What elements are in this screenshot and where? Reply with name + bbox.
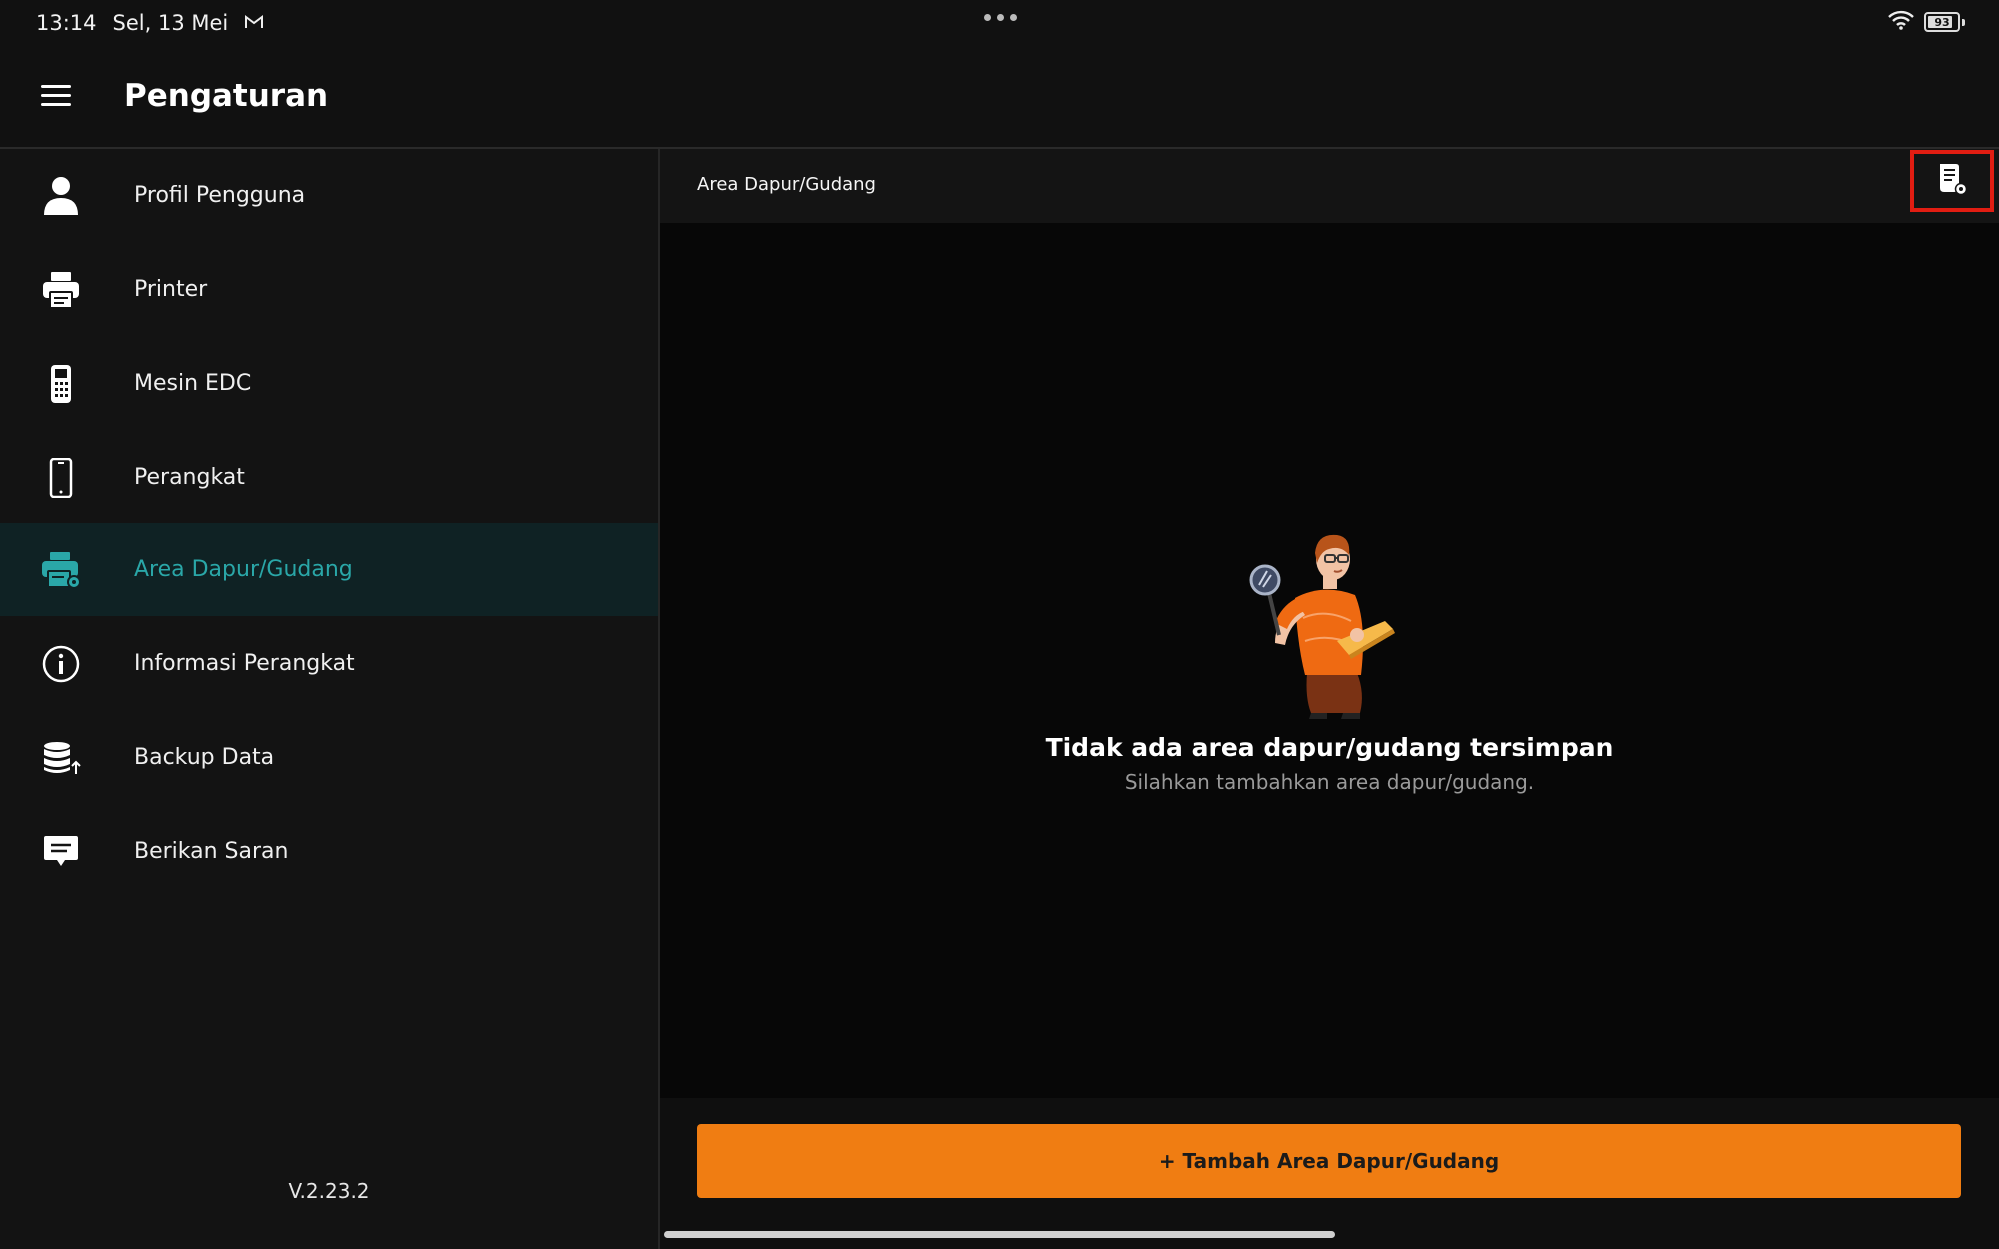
sidebar-item-label: Informasi Perangkat bbox=[134, 651, 355, 676]
content-title: Area Dapur/Gudang bbox=[697, 174, 876, 195]
status-left: 13:14 Sel, 13 Mei bbox=[36, 0, 264, 46]
empty-state-title: Tidak ada area dapur/gudang tersimpan bbox=[1045, 733, 1614, 762]
more-dots-icon bbox=[984, 14, 1017, 21]
user-icon bbox=[40, 175, 82, 217]
sidebar-item-informasi-perangkat[interactable]: Informasi Perangkat bbox=[0, 617, 658, 710]
app-version: V.2.23.2 bbox=[288, 1179, 370, 1203]
edc-machine-icon bbox=[40, 363, 82, 405]
feedback-icon bbox=[40, 831, 82, 873]
status-date: Sel, 13 Mei bbox=[112, 11, 229, 35]
gmail-icon bbox=[244, 11, 264, 35]
sidebar-item-berikan-saran[interactable]: Berikan Saran bbox=[0, 805, 658, 898]
document-settings-icon bbox=[1936, 162, 1968, 200]
sidebar-item-label: Profil Pengguna bbox=[134, 183, 306, 208]
kitchen-printer-icon bbox=[40, 549, 82, 591]
sidebar-item-area-dapur-gudang[interactable]: Area Dapur/Gudang bbox=[0, 523, 658, 616]
sidebar-item-label: Perangkat bbox=[134, 465, 245, 490]
sidebar-item-backup-data[interactable]: Backup Data bbox=[0, 711, 658, 804]
sidebar-item-profil-pengguna[interactable]: Profil Pengguna bbox=[0, 149, 658, 242]
settings-sidebar: Profil Pengguna Printer Mesin EDC Perang… bbox=[0, 149, 660, 1249]
content-header: Area Dapur/Gudang bbox=[660, 149, 1999, 223]
battery-level: 93 bbox=[1934, 15, 1950, 29]
page-title: Pengaturan bbox=[124, 78, 329, 114]
status-time: 13:14 bbox=[36, 11, 97, 35]
sidebar-item-label: Berikan Saran bbox=[134, 839, 289, 864]
person-with-magnifier-illustration bbox=[1245, 523, 1445, 723]
sidebar-item-printer[interactable]: Printer bbox=[0, 243, 658, 336]
sidebar-item-label: Area Dapur/Gudang bbox=[134, 557, 353, 582]
sidebar-item-perangkat[interactable]: Perangkat bbox=[0, 431, 658, 524]
add-kitchen-area-button[interactable]: + Tambah Area Dapur/Gudang bbox=[697, 1124, 1961, 1198]
status-right: 93 bbox=[1888, 10, 1965, 34]
info-icon bbox=[40, 643, 82, 685]
printer-icon bbox=[40, 269, 82, 311]
sidebar-item-mesin-edc[interactable]: Mesin EDC bbox=[0, 337, 658, 430]
document-settings-button[interactable] bbox=[1910, 150, 1994, 212]
phone-icon bbox=[40, 457, 82, 499]
battery-icon: 93 bbox=[1924, 12, 1960, 32]
sidebar-item-label: Printer bbox=[134, 277, 208, 302]
app-bar: Pengaturan bbox=[0, 46, 1999, 149]
bottom-action-bar: + Tambah Area Dapur/Gudang bbox=[660, 1098, 1999, 1249]
database-upload-icon bbox=[40, 737, 82, 779]
hamburger-menu-icon[interactable] bbox=[41, 85, 71, 107]
wifi-icon bbox=[1888, 10, 1914, 34]
empty-state-subtitle: Silahkan tambahkan area dapur/gudang. bbox=[1124, 770, 1535, 794]
content-body: Tidak ada area dapur/gudang tersimpan Si… bbox=[660, 223, 1999, 1098]
status-bar: 13:14 Sel, 13 Mei 93 bbox=[0, 0, 1999, 46]
sidebar-item-label: Mesin EDC bbox=[134, 371, 252, 396]
sidebar-item-label: Backup Data bbox=[134, 745, 275, 770]
home-indicator[interactable] bbox=[664, 1231, 1335, 1238]
